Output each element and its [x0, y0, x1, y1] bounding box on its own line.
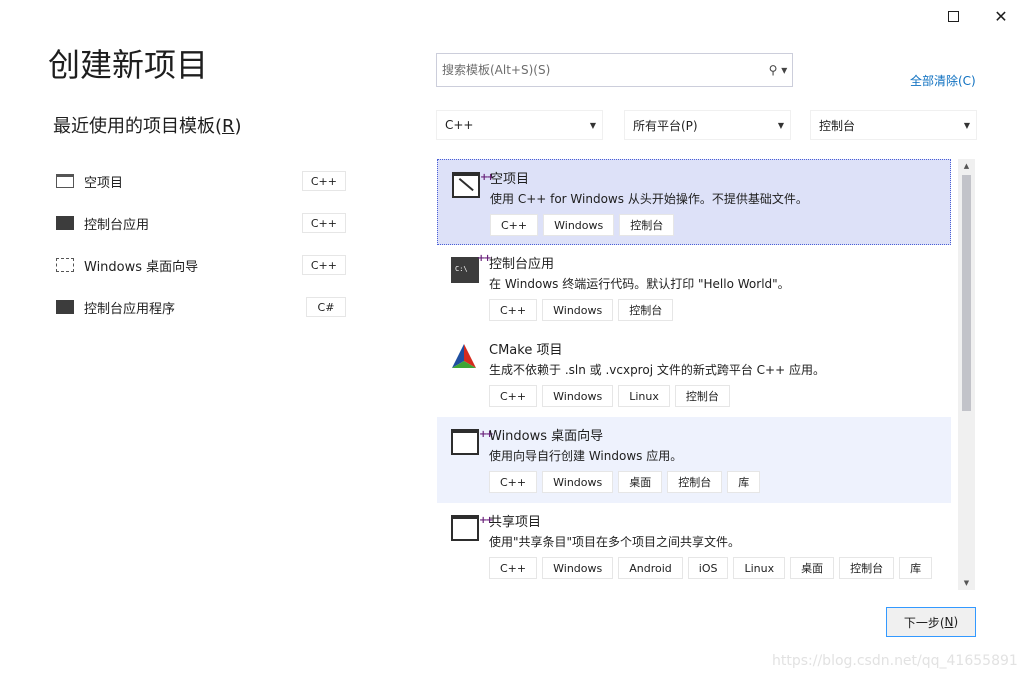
template-description: 使用 C++ for Windows 从头开始操作。不提供基础文件。: [490, 192, 808, 206]
tag: 库: [727, 471, 761, 493]
template-tags: C++ Windows 控制台: [490, 214, 675, 236]
language-tag: C++: [301, 213, 346, 233]
tag: 控制台: [618, 299, 674, 321]
tag: Linux: [733, 557, 786, 579]
platform-filter-value: 所有平台(P): [633, 118, 698, 133]
recent-templates-heading: 最近使用的项目模板(R): [53, 116, 242, 137]
maximize-icon: [947, 10, 959, 22]
template-name: 控制台应用: [489, 257, 555, 272]
template-description: 使用向导自行创建 Windows 应用。: [489, 449, 683, 463]
maximize-button[interactable]: [933, 4, 973, 28]
chevron-down-icon: ▼: [589, 120, 596, 130]
recent-item-desktop-wizard[interactable]: Windows 桌面向导 C++: [52, 244, 348, 286]
chevron-down-icon: ▼: [963, 120, 970, 130]
template-tags: C++ Windows 控制台: [489, 299, 674, 321]
tag: C++: [489, 557, 538, 579]
close-button[interactable]: ✕: [981, 4, 1021, 28]
tag: C++: [489, 299, 538, 321]
desktop-wizard-icon: ++: [451, 429, 494, 455]
template-description: 生成不依赖于 .sln 或 .vcxproj 文件的新式跨平台 C++ 应用。: [489, 363, 825, 377]
tag: 控制台: [667, 471, 723, 493]
platform-filter-dropdown[interactable]: 所有平台(P) ▼: [624, 110, 791, 140]
tag: Android: [618, 557, 683, 579]
tag: 控制台: [839, 557, 895, 579]
console-app-icon: ++: [451, 253, 492, 283]
shared-project-icon: ++: [451, 515, 494, 541]
tag: Windows: [542, 385, 614, 407]
recent-item-label: 控制台应用: [84, 217, 150, 233]
recent-item-console-app-csharp[interactable]: 控制台应用程序 C#: [52, 286, 348, 328]
search-icon[interactable]: ⚲ ▾: [764, 63, 792, 77]
project-type-filter-value: 控制台: [819, 118, 856, 133]
scroll-down-arrow-icon[interactable]: ▼: [958, 576, 975, 590]
template-name: Windows 桌面向导: [489, 429, 604, 444]
page-title: 创建新项目: [48, 46, 209, 84]
console-app-icon: [56, 300, 74, 314]
tag: Windows: [542, 299, 614, 321]
tag: C++: [489, 385, 538, 407]
template-tags: C++ Windows Linux 控制台: [489, 385, 730, 407]
close-icon: ✕: [994, 6, 1008, 26]
tag: C++: [489, 471, 538, 493]
template-item-shared-project[interactable]: ++ 共享项目 使用"共享条目"项目在多个项目之间共享文件。 C++ Windo…: [437, 503, 951, 589]
recent-item-console-app[interactable]: 控制台应用 C++: [52, 202, 348, 244]
desktop-wizard-icon: [56, 258, 74, 272]
recent-item-label: 空项目: [84, 175, 124, 191]
template-item-desktop-wizard[interactable]: ++ Windows 桌面向导 使用向导自行创建 Windows 应用。 C++…: [437, 417, 951, 503]
template-name: CMake 项目: [489, 343, 563, 358]
language-filter-dropdown[interactable]: C++ ▼: [436, 110, 603, 140]
template-name: 空项目: [490, 172, 530, 187]
empty-project-icon: ++: [452, 172, 495, 198]
language-filter-value: C++: [445, 118, 474, 132]
cmake-icon: [452, 344, 476, 368]
template-tags: C++ Windows 桌面 控制台 库: [489, 471, 761, 493]
tag: Windows: [542, 471, 614, 493]
recent-item-label: Windows 桌面向导: [84, 259, 199, 275]
template-item-cmake-project[interactable]: CMake 项目 生成不依赖于 .sln 或 .vcxproj 文件的新式跨平台…: [437, 331, 951, 417]
tag: Windows: [542, 557, 614, 579]
search-input[interactable]: [437, 54, 764, 86]
recent-item-label: 控制台应用程序: [84, 301, 176, 317]
tag: 控制台: [619, 214, 675, 236]
template-description: 在 Windows 终端运行代码。默认打印 "Hello World"。: [489, 277, 790, 291]
empty-project-icon: [56, 174, 74, 188]
recent-templates-list: 空项目 C++ 控制台应用 C++ Windows 桌面向导 C++ 控制台应用…: [52, 160, 348, 328]
recent-item-empty-project[interactable]: 空项目 C++: [52, 160, 348, 202]
chevron-down-icon: ▼: [777, 120, 784, 130]
template-list: ++ 空项目 使用 C++ for Windows 从头开始操作。不提供基础文件…: [437, 159, 951, 590]
tag: 桌面: [790, 557, 835, 579]
language-tag: C++: [301, 171, 346, 191]
tag: Linux: [618, 385, 670, 407]
project-type-filter-dropdown[interactable]: 控制台 ▼: [810, 110, 977, 140]
watermark: https://blog.csdn.net/qq_41655891: [772, 653, 1018, 669]
template-item-console-app[interactable]: ++ 控制台应用 在 Windows 终端运行代码。默认打印 "Hello Wo…: [437, 245, 951, 331]
language-tag: C#: [306, 297, 346, 317]
scroll-up-arrow-icon[interactable]: ▲: [958, 159, 975, 173]
scroll-thumb[interactable]: [962, 175, 971, 411]
tag: iOS: [687, 557, 729, 579]
tag: Windows: [543, 214, 615, 236]
template-item-empty-project[interactable]: ++ 空项目 使用 C++ for Windows 从头开始操作。不提供基础文件…: [437, 159, 951, 245]
template-list-scrollbar[interactable]: ▲ ▼: [958, 159, 975, 590]
tag: 库: [899, 557, 933, 579]
template-tags: C++ Windows Android iOS Linux 桌面 控制台 库: [489, 557, 933, 579]
template-description: 使用"共享条目"项目在多个项目之间共享文件。: [489, 535, 741, 549]
next-button[interactable]: 下一步(N): [886, 607, 976, 637]
tag: C++: [490, 214, 539, 236]
template-name: 共享项目: [489, 515, 542, 530]
console-app-icon: [56, 216, 74, 230]
clear-all-link[interactable]: 全部清除(C): [910, 72, 976, 89]
language-tag: C++: [301, 255, 346, 275]
tag: 控制台: [674, 385, 730, 407]
tag: 桌面: [618, 471, 663, 493]
search-box: ⚲ ▾: [436, 53, 793, 87]
